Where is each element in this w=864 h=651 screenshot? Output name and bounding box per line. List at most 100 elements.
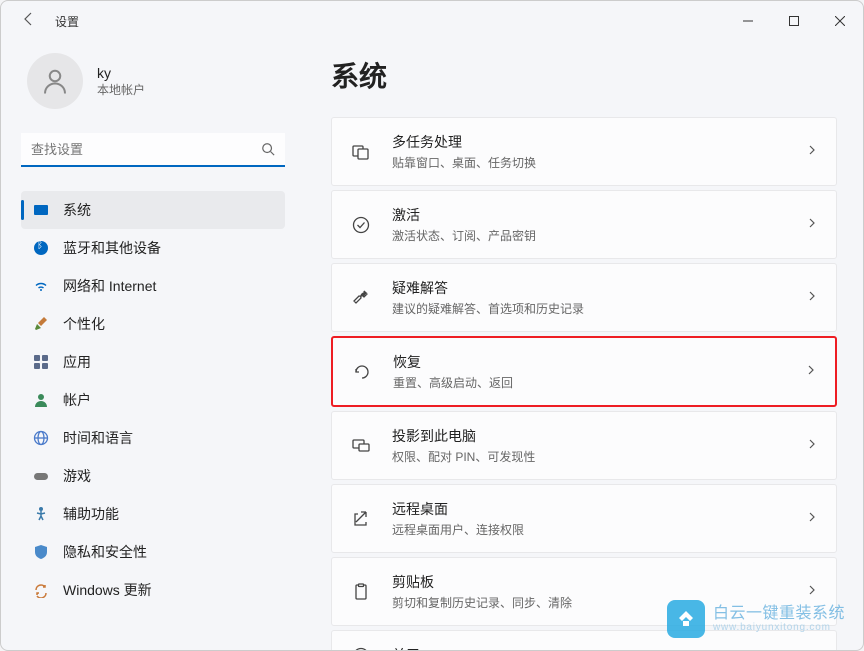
nav-label: 辅助功能 — [63, 504, 119, 524]
nav-label: 网络和 Internet — [63, 276, 156, 296]
card-body: 恢复 重置、高级启动、返回 — [393, 352, 785, 391]
chevron-right-icon — [806, 216, 818, 234]
card-title: 关于 — [392, 645, 818, 650]
nav-item-bluetooth[interactable]: 蓝牙和其他设备 — [21, 229, 285, 267]
chevron-right-icon — [806, 437, 818, 455]
nav-item-accessibility[interactable]: 辅助功能 — [21, 495, 285, 533]
card-troubleshoot[interactable]: 疑难解答 建议的疑难解答、首选项和历史记录 — [331, 263, 837, 332]
accessibility-icon — [33, 506, 49, 522]
shield-icon — [33, 544, 49, 560]
chevron-right-icon — [806, 583, 818, 601]
nav-item-personalize[interactable]: 个性化 — [21, 305, 285, 343]
close-button[interactable] — [817, 5, 863, 37]
card-title: 疑难解答 — [392, 278, 786, 298]
info-icon — [350, 645, 372, 650]
card-subtitle: 权限、配对 PIN、可发现性 — [392, 448, 786, 465]
project-icon — [350, 435, 372, 457]
card-recovery[interactable]: 恢复 重置、高级启动、返回 — [331, 336, 837, 407]
card-project[interactable]: 投影到此电脑 权限、配对 PIN、可发现性 — [331, 411, 837, 480]
nav-item-windows-update[interactable]: Windows 更新 — [21, 571, 285, 609]
card-multitasking[interactable]: 多任务处理 贴靠窗口、桌面、任务切换 — [331, 117, 837, 186]
nav-item-network[interactable]: 网络和 Internet — [21, 267, 285, 305]
person-icon — [33, 392, 49, 408]
nav-item-privacy[interactable]: 隐私和安全性 — [21, 533, 285, 571]
main: 系统 多任务处理 贴靠窗口、桌面、任务切换 激活 激活 — [301, 41, 863, 650]
card-title: 剪贴板 — [392, 572, 786, 592]
remote-icon — [350, 508, 372, 530]
watermark-text: 白云一键重装系统 www.baiyunxitong.com — [713, 605, 845, 634]
multitasking-icon — [350, 141, 372, 163]
nav-label: 系统 — [63, 200, 91, 220]
maximize-button[interactable] — [771, 5, 817, 37]
wrench-icon — [350, 287, 372, 309]
clipboard-icon — [350, 581, 372, 603]
card-title: 激活 — [392, 205, 786, 225]
wifi-icon — [33, 278, 49, 294]
card-title: 多任务处理 — [392, 132, 786, 152]
nav-item-system[interactable]: 系统 — [21, 191, 285, 229]
titlebar-left: 设置 — [21, 11, 79, 32]
nav-label: 个性化 — [63, 314, 105, 334]
window-controls — [725, 5, 863, 37]
nav-label: 时间和语言 — [63, 428, 133, 448]
card-subtitle: 远程桌面用户、连接权限 — [392, 521, 786, 538]
page-title: 系统 — [331, 55, 837, 95]
bluetooth-icon — [33, 240, 49, 256]
nav-item-gaming[interactable]: 游戏 — [21, 457, 285, 495]
card-body: 多任务处理 贴靠窗口、桌面、任务切换 — [392, 132, 786, 171]
nav-list: 系统 蓝牙和其他设备 网络和 Internet 个性化 应用 — [21, 191, 301, 609]
card-title: 恢复 — [393, 352, 785, 372]
chevron-right-icon — [806, 510, 818, 528]
nav-item-time-language[interactable]: 时间和语言 — [21, 419, 285, 457]
search-input[interactable] — [21, 133, 285, 167]
chevron-right-icon — [806, 143, 818, 161]
card-activation[interactable]: 激活 激活状态、订阅、产品密钥 — [331, 190, 837, 259]
nav-label: 蓝牙和其他设备 — [63, 238, 161, 258]
brush-icon — [33, 316, 49, 332]
chevron-right-icon — [805, 363, 817, 381]
user-info: ky 本地帐户 — [97, 65, 145, 98]
nav-item-apps[interactable]: 应用 — [21, 343, 285, 381]
watermark-logo — [667, 600, 705, 638]
content: ky 本地帐户 系统 蓝牙和其他设备 — [1, 41, 863, 650]
search-icon — [261, 142, 275, 161]
titlebar: 设置 — [1, 1, 863, 41]
settings-list: 多任务处理 贴靠窗口、桌面、任务切换 激活 激活状态、订阅、产品密钥 — [331, 117, 837, 650]
card-title: 投影到此电脑 — [392, 426, 786, 446]
search-wrap — [21, 133, 285, 167]
nav-label: 游戏 — [63, 466, 91, 486]
watermark-main: 白云一键重装系统 — [713, 605, 845, 623]
card-subtitle: 重置、高级启动、返回 — [393, 374, 785, 391]
apps-icon — [33, 354, 49, 370]
recovery-icon — [351, 361, 373, 383]
nav-label: 隐私和安全性 — [63, 542, 147, 562]
minimize-button[interactable] — [725, 5, 771, 37]
user-subtitle: 本地帐户 — [97, 81, 145, 98]
gamepad-icon — [33, 468, 49, 484]
card-subtitle: 建议的疑难解答、首选项和历史记录 — [392, 300, 786, 317]
card-body: 投影到此电脑 权限、配对 PIN、可发现性 — [392, 426, 786, 465]
card-title: 远程桌面 — [392, 499, 786, 519]
settings-window: 设置 ky 本地帐户 — [0, 0, 864, 651]
watermark: 白云一键重装系统 www.baiyunxitong.com — [667, 600, 845, 638]
update-icon — [33, 582, 49, 598]
user-name: ky — [97, 65, 145, 81]
nav-label: 帐户 — [63, 390, 91, 410]
card-subtitle: 激活状态、订阅、产品密钥 — [392, 227, 786, 244]
card-subtitle: 贴靠窗口、桌面、任务切换 — [392, 154, 786, 171]
globe-icon — [33, 430, 49, 446]
activation-icon — [350, 214, 372, 236]
app-title: 设置 — [55, 13, 79, 30]
back-button[interactable] — [21, 11, 37, 32]
chevron-right-icon — [806, 289, 818, 307]
card-body: 远程桌面 远程桌面用户、连接权限 — [392, 499, 786, 538]
card-remote-desktop[interactable]: 远程桌面 远程桌面用户、连接权限 — [331, 484, 837, 553]
avatar — [27, 53, 83, 109]
nav-label: Windows 更新 — [63, 580, 152, 600]
user-section[interactable]: ky 本地帐户 — [21, 53, 301, 109]
card-body: 关于 — [392, 645, 818, 650]
nav-label: 应用 — [63, 352, 91, 372]
watermark-url: www.baiyunxitong.com — [713, 622, 845, 633]
nav-item-accounts[interactable]: 帐户 — [21, 381, 285, 419]
system-icon — [33, 202, 49, 218]
